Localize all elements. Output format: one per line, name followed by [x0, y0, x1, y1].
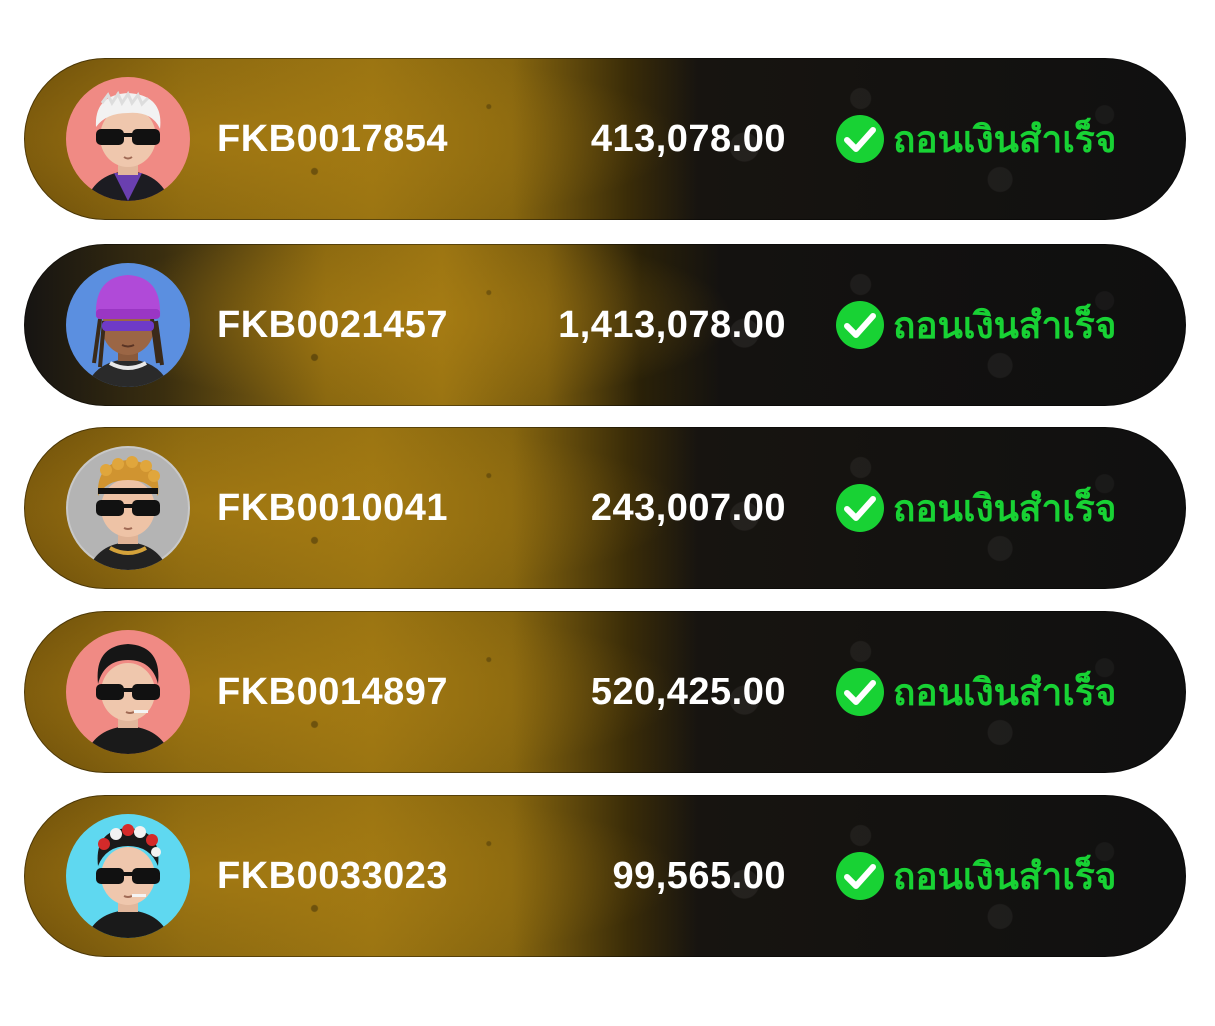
status-badge: ถอนเงินสำเร็จ: [835, 851, 1116, 901]
check-circle-icon: [836, 115, 884, 163]
withdrawal-list: FKB0017854 413,078.00 ถอนเงินสำเร็จ FKB0…: [0, 0, 1215, 1026]
user-id: FKB0014897: [217, 671, 449, 713]
user-id: FKB0021457: [217, 304, 449, 346]
withdrawal-row: FKB0021457 1,413,078.00 ถอนเงินสำเร็จ: [24, 244, 1186, 406]
check-circle-icon: [836, 852, 884, 900]
status-badge: ถอนเงินสำเร็จ: [835, 300, 1116, 350]
user-avatar: [66, 263, 190, 387]
withdrawal-row: FKB0014897 520,425.00 ถอนเงินสำเร็จ: [24, 611, 1186, 773]
check-circle-icon: [836, 484, 884, 532]
user-avatar: [66, 630, 190, 754]
check-circle-icon: [836, 668, 884, 716]
status-text: ถอนเงินสำเร็จ: [893, 854, 1117, 898]
withdrawal-amount: 413,078.00: [590, 118, 786, 160]
status-text: ถอนเงินสำเร็จ: [893, 117, 1117, 161]
withdrawal-amount: 1,413,078.00: [558, 304, 786, 346]
status-badge: ถอนเงินสำเร็จ: [835, 114, 1116, 164]
withdrawal-amount: 243,007.00: [590, 487, 786, 529]
user-avatar: [66, 77, 190, 201]
user-id: FKB0010041: [217, 487, 449, 529]
withdrawal-amount: 520,425.00: [590, 671, 786, 713]
withdrawal-row: FKB0017854 413,078.00 ถอนเงินสำเร็จ: [24, 58, 1186, 220]
user-avatar: [66, 446, 190, 570]
status-badge: ถอนเงินสำเร็จ: [835, 667, 1116, 717]
status-text: ถอนเงินสำเร็จ: [893, 486, 1117, 530]
check-circle-icon: [836, 301, 884, 349]
status-text: ถอนเงินสำเร็จ: [893, 303, 1117, 347]
withdrawal-amount: 99,565.00: [612, 855, 786, 897]
withdrawal-row: FKB0033023 99,565.00 ถอนเงินสำเร็จ: [24, 795, 1186, 957]
status-text: ถอนเงินสำเร็จ: [893, 670, 1117, 714]
user-id: FKB0017854: [217, 118, 449, 160]
user-id: FKB0033023: [217, 855, 449, 897]
status-badge: ถอนเงินสำเร็จ: [835, 483, 1116, 533]
user-avatar: [66, 814, 190, 938]
withdrawal-row: FKB0010041 243,007.00 ถอนเงินสำเร็จ: [24, 427, 1186, 589]
